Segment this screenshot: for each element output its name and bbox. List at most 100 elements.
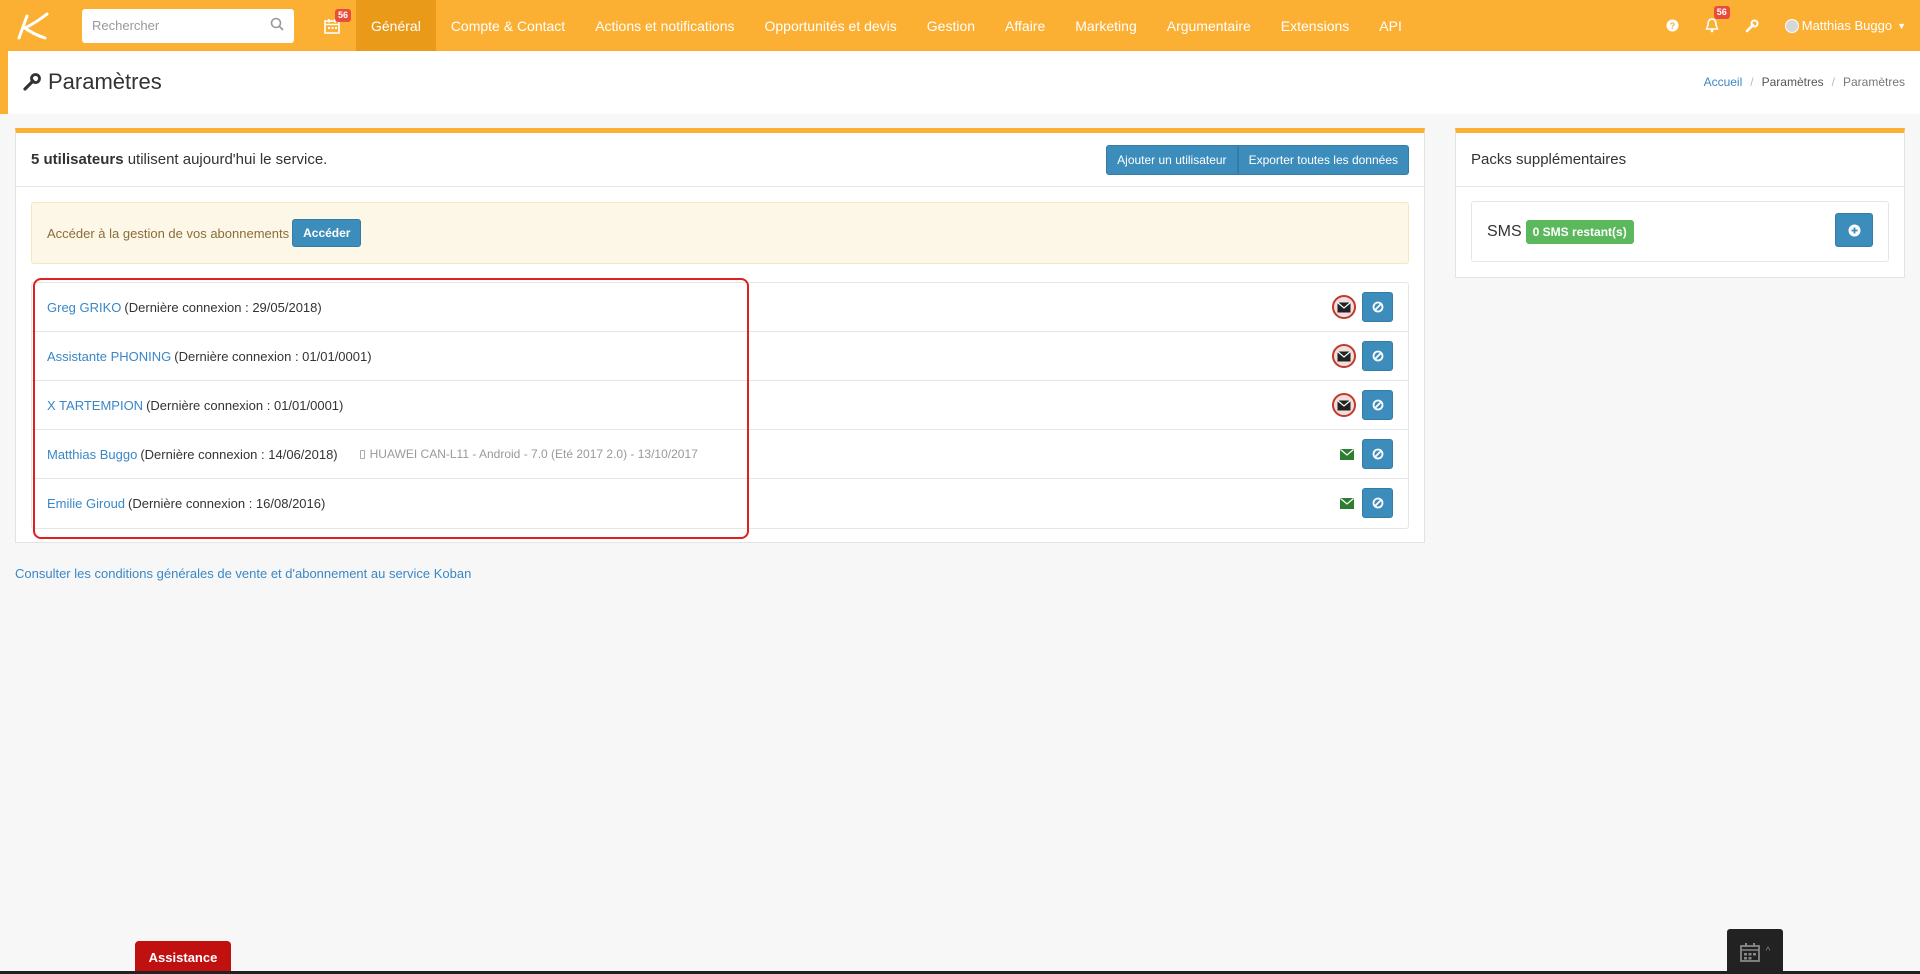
wrench-title-icon [23,73,41,91]
main-nav: Général Compte & Contact Actions et noti… [356,0,1417,51]
top-navbar: 56 Général Compte & Contact Actions et n… [0,0,1920,51]
add-sms-button[interactable] [1835,213,1873,247]
device-text: HUAWEI CAN-L11 - Android - 7.0 (Eté 2017… [369,447,698,461]
device-info: HUAWEI CAN-L11 - Android - 7.0 (Eté 2017… [359,447,698,461]
last-connection: (Dernière connexion : 01/01/0001) [146,397,344,413]
disable-user-button[interactable] [1362,439,1393,469]
help-icon[interactable]: ? [1666,19,1679,32]
mail-disabled-icon[interactable] [1332,295,1356,319]
mail-disabled-icon[interactable] [1332,393,1356,417]
wrench-icon[interactable] [1745,19,1759,33]
users-list: Greg GRIKO (Dernière connexion : 29/05/2… [31,282,1409,529]
cgv-link[interactable]: Consulter les conditions générales de ve… [15,566,471,581]
last-connection: (Dernière connexion : 16/08/2016) [128,496,326,511]
last-connection: (Dernière connexion : 29/05/2018) [124,299,322,315]
list-item: Emilie Giroud (Dernière connexion : 16/0… [32,479,1408,528]
nav-extensions[interactable]: Extensions [1266,0,1364,51]
page-title-text: Paramètres [48,69,162,94]
list-item: Greg GRIKO (Dernière connexion : 29/05/2… [32,283,1408,332]
nav-gestion[interactable]: Gestion [912,0,990,51]
users-summary-text: utilisent aujourd'hui le service. [123,151,328,168]
nav-affaire[interactable]: Affaire [990,0,1060,51]
users-panel-header: 5 utilisateurs utilisent aujourd'hui le … [16,133,1424,187]
add-user-button[interactable]: Ajouter un utilisateur [1106,144,1238,175]
nav-api[interactable]: API [1364,0,1417,51]
mail-disabled-icon[interactable] [1332,344,1356,368]
user-menu[interactable]: Matthias Buggo ▼ [1784,18,1906,33]
calendar-badge: 56 [335,9,352,22]
ban-icon [1372,399,1383,411]
plus-circle-icon [1848,224,1860,236]
search-box [82,8,294,43]
nav-compte-contact[interactable]: Compte & Contact [436,0,580,51]
user-name-link[interactable]: Matthias Buggo [47,447,137,462]
notifications-button[interactable]: 56 [1705,6,1730,33]
chevron-up-icon: ^ [1765,946,1771,957]
alert-text: Accéder à la gestion de vos abonnements [47,225,290,241]
list-item: Matthias Buggo (Dernière connexion : 14/… [32,430,1408,479]
assistance-button[interactable]: Assistance [135,941,231,974]
ban-icon [1372,350,1383,362]
ban-icon [1372,497,1383,509]
ban-icon [1372,301,1383,313]
mobile-icon [359,449,365,459]
user-name-link[interactable]: Assistante PHONING [47,349,171,364]
list-item: Assistante PHONING (Dernière connexion :… [32,332,1408,381]
packs-title: Packs supplémentaires [1471,151,1627,168]
user-name-link[interactable]: X TARTEMPION [47,398,143,413]
packs-panel: Packs supplémentaires SMS 0 SMS restant(… [1455,128,1905,278]
users-count: 5 utilisateurs [31,151,124,168]
page-title: Paramètres [22,69,162,95]
notifications-badge: 56 [1713,6,1730,19]
search-input[interactable] [92,18,252,33]
disable-user-button[interactable] [1362,488,1393,518]
breadcrumb-current: Paramètres [1842,75,1905,89]
nav-marketing[interactable]: Marketing [1060,0,1151,51]
disable-user-button[interactable] [1362,292,1393,322]
mail-enabled-icon[interactable] [1340,448,1354,460]
last-connection: (Dernière connexion : 01/01/0001) [174,348,372,364]
caret-down-icon: ▼ [1897,20,1906,31]
user-actions [1332,341,1393,371]
user-name: Matthias Buggo [1801,18,1893,33]
users-panel: 5 utilisateurs utilisent aujourd'hui le … [15,128,1425,543]
breadcrumb-separator: / [1831,75,1835,89]
mail-enabled-icon[interactable] [1340,497,1354,509]
packs-panel-header: Packs supplémentaires [1456,133,1904,187]
bell-icon [1705,18,1719,33]
ban-icon [1372,448,1383,460]
svg-text:?: ? [1669,21,1675,31]
nav-general[interactable]: Général [356,0,436,51]
nav-opportunites-devis[interactable]: Opportunités et devis [750,0,912,51]
users-summary: 5 utilisateurs utilisent aujourd'hui le … [31,151,327,168]
search-icon[interactable] [270,17,284,34]
breadcrumb: Accueil / Paramètres / Paramètres [1704,75,1905,89]
breadcrumb-separator: / [1750,75,1754,89]
breadcrumb-parametres[interactable]: Paramètres [1762,75,1824,89]
avatar [1784,18,1799,33]
nav-argumentaire[interactable]: Argumentaire [1152,0,1266,51]
list-item: X TARTEMPION (Dernière connexion : 01/01… [32,381,1408,430]
topbar-right: ? 56 Matthias Buggo ▼ [1666,0,1920,51]
koban-logo-icon [17,12,49,39]
user-actions [1340,488,1393,518]
koban-logo[interactable] [0,0,64,51]
export-data-button[interactable]: Exporter toutes les données [1237,144,1409,175]
last-connection: (Dernière connexion : 14/06/2018) [140,446,338,462]
disable-user-button[interactable] [1362,390,1393,420]
user-name-link[interactable]: Greg GRIKO [47,300,121,315]
calendar-button[interactable]: 56 [324,0,352,51]
calendar-icon [1739,942,1760,962]
user-actions [1332,292,1393,322]
access-subscriptions-button[interactable]: Accéder [292,219,362,247]
nav-actions-notifications[interactable]: Actions et notifications [580,0,749,51]
sms-label: SMS [1487,222,1522,240]
calendar-widget-button[interactable]: ^ [1727,929,1783,974]
users-actions: Ajouter un utilisateur Exporter toutes l… [1106,144,1409,175]
sms-pack: SMS 0 SMS restant(s) [1471,201,1889,262]
page-header: Paramètres Accueil / Paramètres / Paramè… [0,51,1920,114]
user-name-link[interactable]: Emilie Giroud [47,496,125,511]
breadcrumb-accueil[interactable]: Accueil [1704,75,1743,89]
user-actions [1340,439,1393,469]
disable-user-button[interactable] [1362,341,1393,371]
